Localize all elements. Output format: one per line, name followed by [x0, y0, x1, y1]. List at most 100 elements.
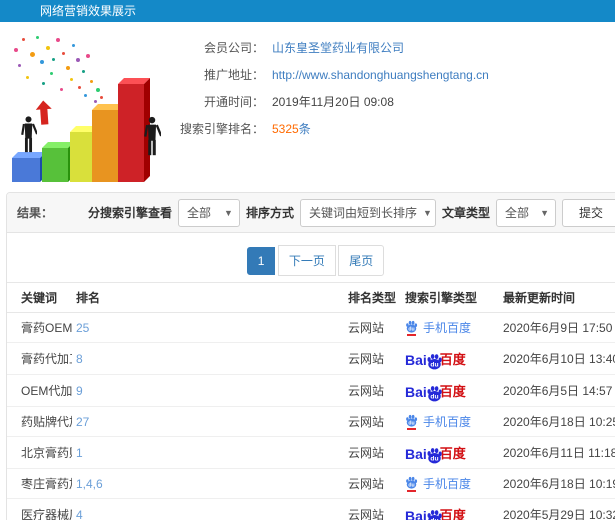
- engine-cell: du 手机百度: [401, 407, 499, 437]
- results-body: 1 下一页 尾页 关键词 排名 排名类型 搜索引擎类型 最新更新时间 膏药OEM 25 云网…: [7, 245, 615, 520]
- confetti-dot: [86, 54, 90, 58]
- promo-bar: [42, 142, 74, 182]
- baidu-logo-text: Bai: [405, 446, 427, 462]
- confetti-dot: [76, 58, 80, 62]
- engine-filter-select[interactable]: 全部 ▼: [177, 198, 240, 227]
- info-row: 会员公司： 山东皇圣堂药业有限公司: [174, 34, 615, 61]
- confetti-dot: [56, 38, 60, 42]
- confetti-dot: [40, 60, 44, 64]
- baidu-logo-cn: 百度: [439, 508, 466, 520]
- rank-link[interactable]: 9: [76, 384, 83, 398]
- svg-text:du: du: [408, 482, 414, 488]
- confetti-dot: [42, 82, 45, 85]
- rank-link[interactable]: 25: [76, 321, 89, 335]
- rank-link[interactable]: 8: [76, 352, 83, 366]
- promo-chart-image: [6, 30, 166, 188]
- chevron-down-icon: ▼: [423, 207, 432, 218]
- company-info-section: 会员公司： 山东皇圣堂药业有限公司 推广地址： http://www.shandong…: [0, 22, 615, 192]
- info-value-link[interactable]: http://www.shandonghuangshengtang.cn: [272, 68, 489, 82]
- column-header: 关键词: [21, 291, 58, 305]
- info-label: 开通时间：: [203, 95, 264, 109]
- svg-text:du: du: [408, 326, 414, 332]
- promo-bar: [118, 78, 150, 182]
- rank-link[interactable]: 1,4,6: [76, 477, 103, 491]
- ranking-count-unit: 条: [298, 122, 311, 136]
- info-label: 会员公司：: [203, 41, 264, 55]
- confetti-dot: [96, 88, 100, 92]
- mobile-baidu-label: 手机百度: [423, 477, 472, 491]
- confetti-dot: [60, 88, 63, 91]
- info-label: 推广地址：: [203, 68, 264, 82]
- mobile-baidu-paw-icon: du: [405, 476, 418, 492]
- baidu-logo-icon: Baidu百度: [405, 443, 466, 464]
- engine-filter-value: 全部: [186, 206, 211, 220]
- updated-cell: 2020年6月18日 10:25: [503, 415, 615, 429]
- svg-text:du: du: [430, 361, 438, 368]
- chevron-down-icon: ▼: [540, 207, 549, 218]
- company-info-list: 会员公司： 山东皇圣堂药业有限公司 推广地址： http://www.shandong…: [174, 22, 615, 192]
- info-value: 2019年11月20日 09:08: [272, 95, 394, 109]
- mobile-baidu-badge: du 手机百度: [405, 475, 471, 492]
- info-value-link[interactable]: 山东皇圣堂药业有限公司: [272, 39, 404, 56]
- baidu-logo-cn: 百度: [439, 352, 466, 367]
- table-row: 枣庄膏药加工 1,4,6 云网站 du 手机百度 2020年6月18日 10:19: [7, 469, 615, 499]
- page-last[interactable]: 尾页: [338, 245, 385, 276]
- keyword-cell: 膏药代加工: [21, 352, 72, 366]
- confetti-dot: [18, 64, 21, 67]
- confetti-dot: [90, 80, 93, 83]
- rank-link[interactable]: 27: [76, 415, 89, 429]
- mobile-baidu-label: 手机百度: [423, 321, 472, 335]
- baidu-logo-icon: Baidu百度: [405, 505, 466, 520]
- baidu-logo-cn: 百度: [439, 384, 466, 399]
- svg-text:du: du: [430, 393, 438, 400]
- article-type-label: 文章类型: [441, 206, 490, 220]
- confetti-dot: [46, 46, 50, 50]
- keyword-cell: OEM代加工: [21, 384, 72, 398]
- confetti-dot: [84, 94, 87, 97]
- mobile-baidu-paw-icon: du: [405, 414, 418, 430]
- info-label: 搜索引擎排名：: [179, 122, 264, 136]
- svg-text:du: du: [408, 420, 414, 426]
- column-header: 排名: [76, 291, 101, 305]
- table-row: OEM代加工 9 云网站 Baidu百度 2020年6月5日 14:57: [7, 375, 615, 407]
- submit-button[interactable]: 提交: [562, 198, 615, 227]
- sort-select[interactable]: 关键词由短到长排序 ▼: [299, 198, 436, 227]
- updated-cell: 2020年6月10日 13:40: [503, 352, 615, 366]
- info-row: 推广地址： http://www.shandonghuangshengtang.c…: [174, 61, 615, 88]
- confetti-dot: [100, 96, 103, 99]
- promo-bar: [12, 152, 46, 182]
- rank-link[interactable]: 4: [76, 508, 83, 520]
- confetti-dot: [52, 58, 55, 61]
- article-type-select[interactable]: 全部 ▼: [496, 198, 556, 227]
- confetti-dot: [66, 66, 70, 70]
- updated-cell: 2020年5月29日 10:32: [503, 508, 615, 520]
- keyword-cell: 膏药OEM: [21, 321, 72, 335]
- confetti-dot: [72, 44, 75, 47]
- rank-type-cell: 云网站: [348, 352, 385, 366]
- rank-type-cell: 云网站: [348, 477, 385, 491]
- engine-cell: du 手机百度: [401, 469, 499, 499]
- mobile-baidu-badge: du 手机百度: [405, 413, 471, 430]
- confetti-dot: [14, 48, 18, 52]
- rankings-table: 关键词 排名 排名类型 搜索引擎类型 最新更新时间 膏药OEM 25 云网站 du 手机百度 20…: [7, 282, 615, 520]
- svg-text:du: du: [430, 455, 438, 462]
- baidu-logo-text: Bai: [405, 508, 427, 520]
- article-type-value: 全部: [505, 206, 530, 220]
- results-filter-bar: 结果： 分搜索引擎查看 全部 ▼ 排序方式 关键词由短到长排序 ▼ 文章类型 全…: [7, 193, 615, 233]
- rank-link[interactable]: 1: [76, 446, 83, 460]
- promo-bar: [92, 104, 124, 182]
- rank-type-cell: 云网站: [348, 508, 385, 520]
- engine-filter-label: 分搜索引擎查看: [87, 206, 172, 220]
- table-row: 药贴牌代加工 27 云网站 du 手机百度 2020年6月18日 10:25: [7, 407, 615, 437]
- info-row: 开通时间： 2019年11月20日 09:08: [174, 88, 615, 115]
- page-next[interactable]: 下一页: [277, 245, 336, 276]
- rank-type-cell: 云网站: [348, 446, 385, 460]
- keyword-cell: 医疗器械厂家: [21, 508, 72, 520]
- info-value: 5325条: [272, 120, 311, 137]
- rank-type-cell: 云网站: [348, 384, 385, 398]
- rank-type-cell: 云网站: [348, 321, 385, 335]
- confetti-dot: [50, 72, 53, 75]
- page-current[interactable]: 1: [246, 247, 276, 275]
- keyword-cell: 北京膏药贴牌: [21, 446, 72, 460]
- info-row: 搜索引擎排名： 5325条: [174, 115, 615, 142]
